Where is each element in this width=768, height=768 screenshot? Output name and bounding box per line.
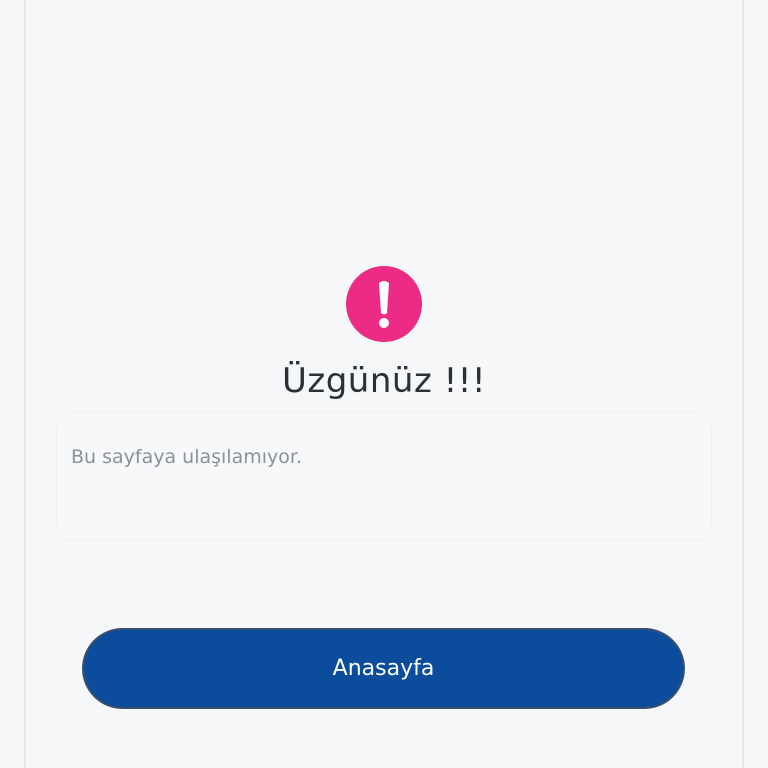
home-button[interactable]: Anasayfa [82,628,685,709]
error-title: Üzgünüz !!! [281,361,486,401]
error-page: Üzgünüz !!! Bu sayfaya ulaşılamıyor. Ana… [0,0,768,768]
exclamation-icon [346,266,422,342]
message-box: Bu sayfaya ulaşılamıyor. [56,411,712,541]
error-message: Bu sayfaya ulaşılamıyor. [71,446,302,468]
